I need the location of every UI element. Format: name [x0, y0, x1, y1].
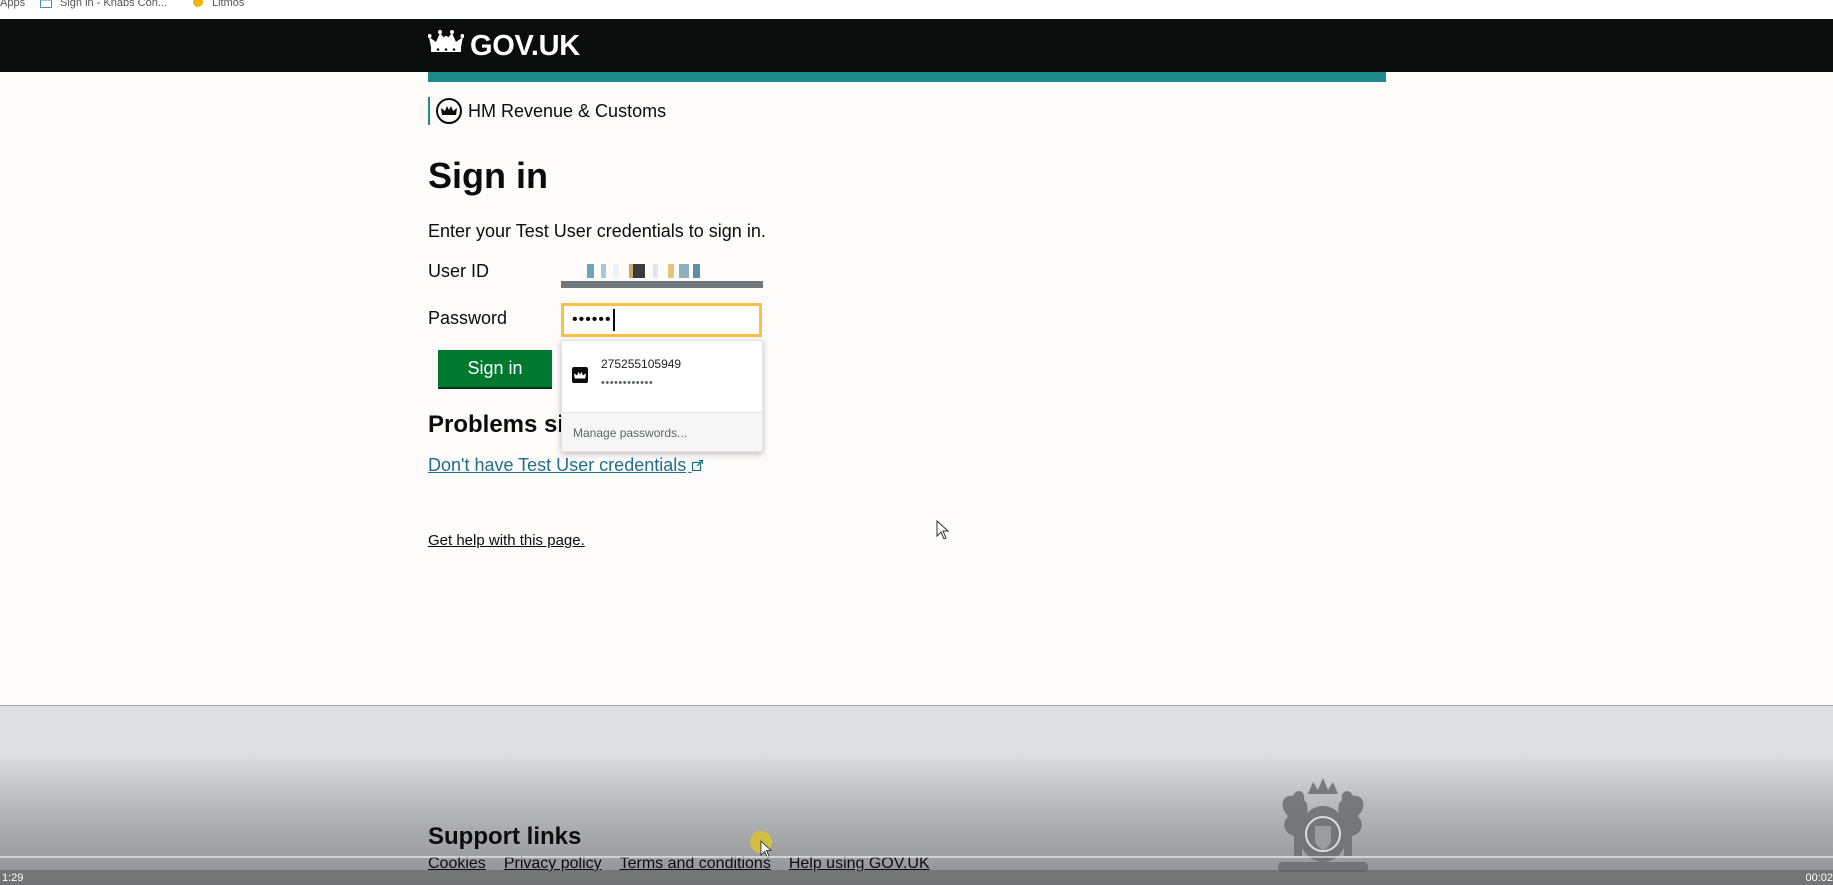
page-icon: [40, 0, 52, 8]
saved-credential-item[interactable]: 275255105949 ••••••••••••: [562, 341, 762, 411]
saved-username: 275255105949: [601, 357, 682, 371]
intro-text: Enter your Test User credentials to sign…: [428, 221, 766, 241]
bookmark-litmos-label: Litmos: [212, 0, 245, 9]
video-progress-line[interactable]: [0, 856, 1833, 858]
govuk-logo-link[interactable]: GOV.UK: [427, 26, 580, 66]
password-input[interactable]: ••••••: [561, 303, 762, 337]
pixelated-value: [653, 264, 658, 278]
password-autofill-popup: 275255105949 •••••••••••• Manage passwor…: [561, 340, 763, 452]
bookmark-litmos[interactable]: Litmos: [192, 0, 244, 12]
royal-coat-of-arms-icon: [1258, 776, 1388, 880]
password-label: Password: [428, 308, 508, 328]
bookmarks-bar: Apps Sign in - Knabs Con... Litmos: [0, 0, 1833, 19]
bookmark-apps-label: Apps: [0, 0, 26, 9]
get-help-link[interactable]: Get help with this page.: [428, 531, 585, 551]
password-value: ••••••: [572, 311, 612, 328]
test-credentials-link-text: Don't have Test User credentials: [428, 455, 687, 475]
department-name: HM Revenue & Customs: [468, 100, 667, 121]
bookmark-apps[interactable]: Apps: [0, 0, 25, 12]
litmos-icon: [192, 0, 204, 8]
pixelated-value: [668, 264, 674, 278]
manage-passwords-item[interactable]: Manage passwords...: [562, 413, 762, 451]
govuk-logo-text: GOV.UK: [470, 29, 580, 62]
department-banner[interactable]: HM Revenue & Customs: [428, 97, 666, 125]
support-links-heading: Support links: [428, 823, 582, 850]
govuk-header: [0, 19, 1833, 72]
crown-icon: [427, 29, 465, 63]
site-favicon-icon: [572, 367, 588, 383]
test-credentials-link[interactable]: Don't have Test User credentials: [428, 452, 703, 480]
external-link-icon: [688, 459, 703, 474]
pixelated-value: [679, 264, 689, 278]
pixelated-value: [587, 264, 594, 278]
header-accent-bar: [428, 72, 1386, 82]
mouse-cursor-icon: [936, 519, 950, 540]
video-controls-bar: [0, 870, 1833, 885]
sign-in-button[interactable]: Sign in: [438, 350, 552, 387]
saved-password-mask: ••••••••••••: [601, 377, 654, 389]
problems-heading: Problems sig: [428, 411, 579, 438]
user-id-label: User ID: [428, 261, 490, 281]
page-title: Sign in: [428, 155, 548, 196]
text-caret: [612, 309, 615, 331]
video-time-right: 00:02: [1805, 872, 1833, 884]
bookmark-sign-in[interactable]: Sign in - Knabs Con...: [40, 0, 167, 12]
video-elapsed-time: 1:29: [2, 872, 24, 884]
manage-passwords-label: Manage passwords...: [573, 426, 688, 440]
hmrc-crest-icon: [436, 98, 462, 124]
user-id-field[interactable]: [561, 258, 763, 288]
pixelated-value: [601, 264, 606, 278]
pixelated-value: [693, 264, 700, 278]
bookmark-sign-in-label: Sign in - Knabs Con...: [60, 0, 168, 9]
pixelated-value: [629, 264, 633, 278]
pixelated-value: [613, 264, 619, 278]
